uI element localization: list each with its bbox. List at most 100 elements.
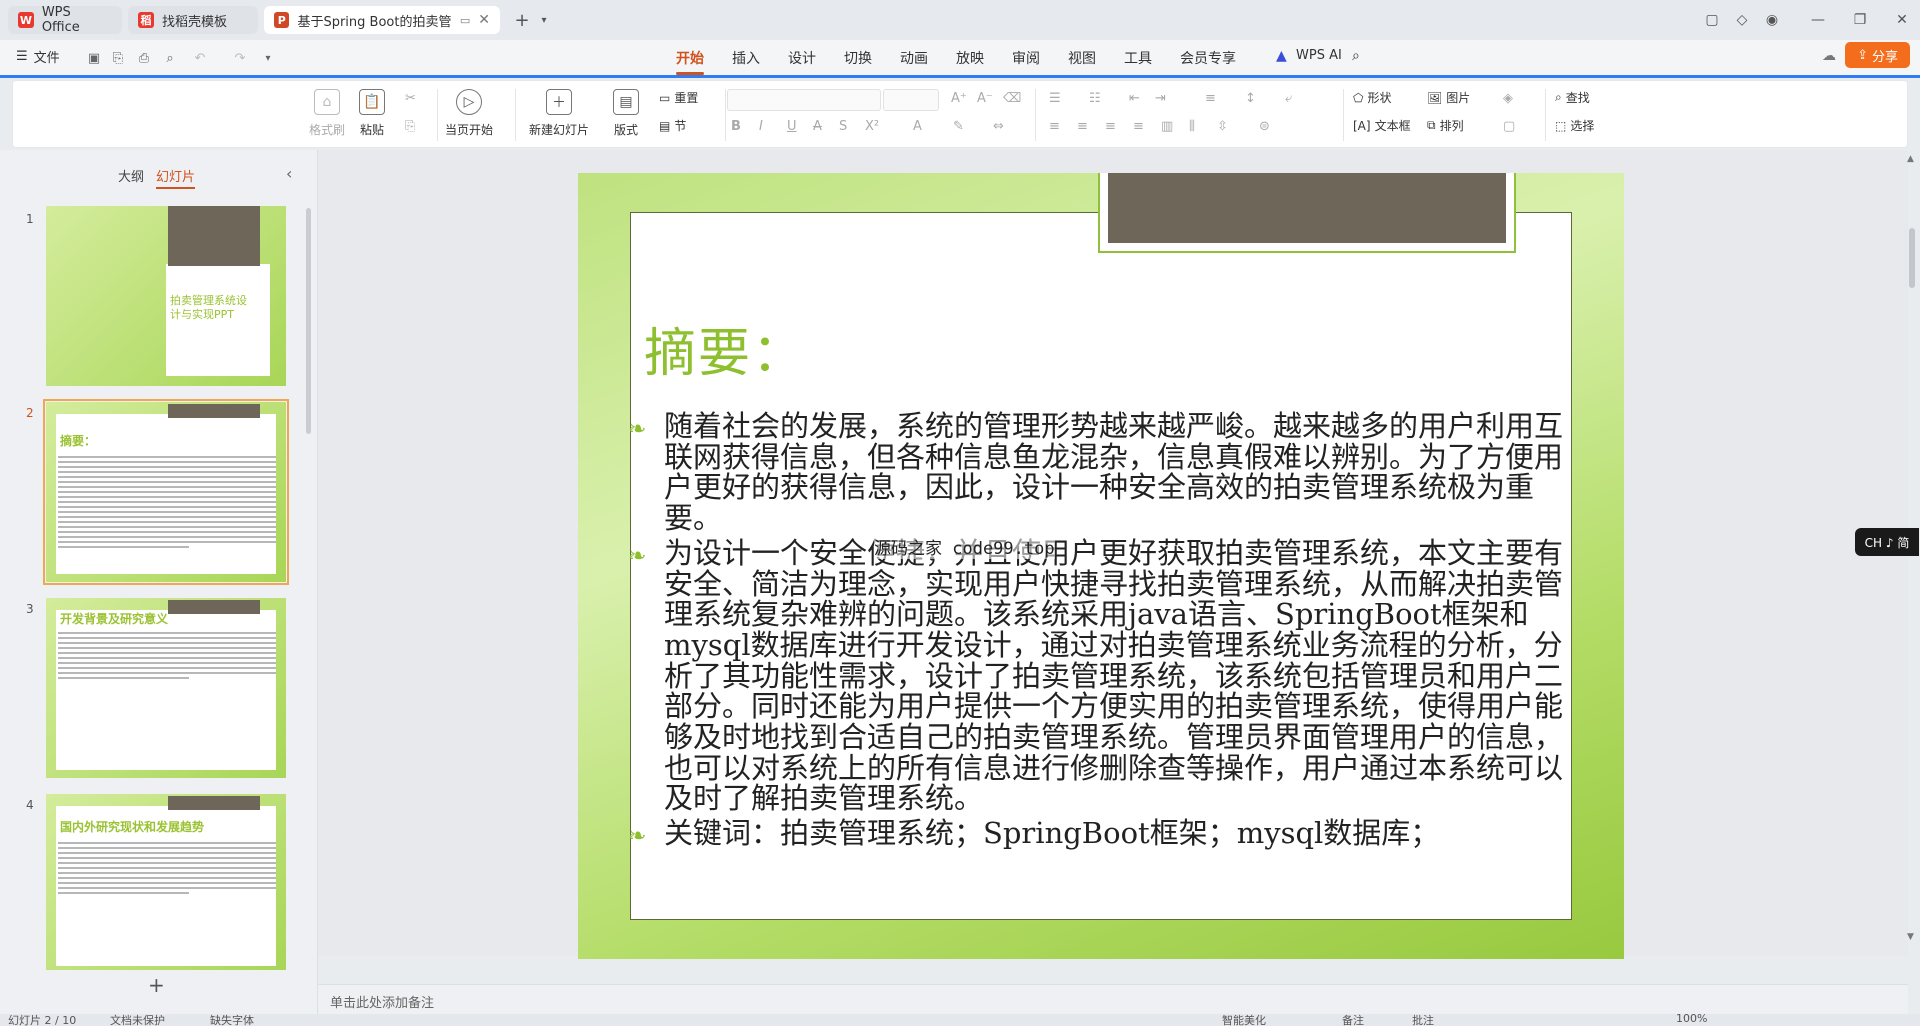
- superscript-icon[interactable]: X²: [865, 119, 879, 134]
- redo-icon[interactable]: ↷: [230, 48, 250, 68]
- menu-slideshow[interactable]: 放映: [956, 48, 984, 68]
- increase-font-icon[interactable]: A⁺: [951, 91, 967, 106]
- notes-area[interactable]: 单击此处添加备注: [318, 984, 1908, 1014]
- slide-body-text[interactable]: ❧ 随着社会的发展，系统的管理形势越来越严峻。越来越多的用户利用互联网获得信息，…: [628, 411, 1564, 853]
- share-button[interactable]: ⇪ 分享: [1845, 42, 1910, 68]
- close-tab-icon[interactable]: ✕: [478, 12, 490, 28]
- increase-indent-icon[interactable]: ⇥: [1155, 91, 1166, 106]
- italic-icon[interactable]: I: [759, 119, 763, 134]
- copy-icon[interactable]: ⎘: [405, 119, 415, 134]
- format-painter-button[interactable]: ⌂ 格式刷: [309, 89, 345, 138]
- undo-icon[interactable]: ↶: [190, 48, 210, 68]
- align-center-icon[interactable]: ≡: [1077, 119, 1088, 134]
- menu-transition[interactable]: 切换: [844, 48, 872, 68]
- column-icon[interactable]: ⫼: [1189, 119, 1195, 134]
- collapse-panel-icon[interactable]: ‹: [286, 164, 292, 183]
- menu-insert[interactable]: 插入: [732, 48, 760, 68]
- align-left-icon[interactable]: ≡: [1049, 119, 1060, 134]
- select-button[interactable]: ⬚ 选择: [1555, 117, 1594, 134]
- highlight-icon[interactable]: ✎: [953, 119, 964, 134]
- protection-status[interactable]: 文档未保护: [110, 1014, 165, 1026]
- decrease-indent-icon[interactable]: ⇤: [1129, 91, 1140, 106]
- new-slide-button[interactable]: ＋ 新建幻灯片: [529, 89, 589, 138]
- outline-icon[interactable]: ▢: [1503, 119, 1515, 134]
- new-tab-icon[interactable]: +: [510, 8, 534, 32]
- search-icon[interactable]: ⌕: [1352, 48, 1360, 64]
- menu-home[interactable]: 开始: [676, 48, 704, 75]
- fill-icon[interactable]: ◈: [1503, 91, 1513, 106]
- tab-outline[interactable]: 大纲: [118, 166, 144, 185]
- paste-button[interactable]: 📋 粘贴: [359, 89, 385, 138]
- print-preview-icon[interactable]: ⌕: [160, 48, 180, 68]
- tab-current-ppt[interactable]: P 基于Spring Boot的拍卖管理 ▭ ✕: [264, 6, 500, 34]
- comments-toggle-button[interactable]: 批注: [1412, 1014, 1434, 1026]
- menu-animation[interactable]: 动画: [900, 48, 928, 68]
- scroll-down-icon[interactable]: ▼: [1907, 932, 1914, 942]
- arrange-button[interactable]: ⧉ 排列: [1427, 117, 1464, 134]
- window-layout-icon[interactable]: ▢: [1700, 8, 1724, 32]
- wps-ai-button[interactable]: WPS AI: [1296, 48, 1342, 63]
- ime-indicator[interactable]: CH ♪ 简: [1855, 528, 1919, 556]
- restore-icon[interactable]: ❐: [1848, 8, 1872, 32]
- close-window-icon[interactable]: ✕: [1890, 8, 1914, 32]
- char-spacing-icon[interactable]: ⇔: [993, 119, 1004, 134]
- decrease-font-icon[interactable]: A⁻: [977, 91, 993, 106]
- section-button[interactable]: ▤ 节: [659, 117, 686, 134]
- font-family-select[interactable]: [727, 89, 881, 111]
- textbox-button[interactable]: [A] 文本框: [1353, 117, 1411, 134]
- font-color-icon[interactable]: A: [913, 119, 922, 134]
- menu-design[interactable]: 设计: [788, 48, 816, 68]
- clear-format-icon[interactable]: ⌫: [1003, 91, 1021, 106]
- menu-view[interactable]: 视图: [1068, 48, 1096, 68]
- text-direction-icon[interactable]: ≡: [1205, 91, 1216, 106]
- missing-font-status[interactable]: 缺失字体: [210, 1014, 254, 1026]
- align-right-icon[interactable]: ≡: [1105, 119, 1116, 134]
- print-icon[interactable]: ⎙: [134, 48, 154, 68]
- scroll-up-icon[interactable]: ▲: [1907, 154, 1914, 164]
- notes-toggle-button[interactable]: 备注: [1342, 1014, 1364, 1026]
- add-slide-icon[interactable]: +: [148, 973, 165, 997]
- slide-thumbnail-3[interactable]: 开发背景及研究意义: [46, 598, 286, 778]
- menu-tools[interactable]: 工具: [1124, 48, 1152, 68]
- find-button[interactable]: ⌕ 查找: [1555, 89, 1590, 106]
- tab-dropdown-icon[interactable]: ▾: [532, 8, 556, 32]
- save-icon[interactable]: ▣: [84, 48, 104, 68]
- wrap-icon[interactable]: ⤶: [1285, 91, 1292, 106]
- numbered-list-icon[interactable]: ☷: [1089, 91, 1101, 106]
- cloud-upload-icon[interactable]: ☁: [1822, 48, 1836, 64]
- cube-icon[interactable]: ◇: [1730, 8, 1754, 32]
- justify-icon[interactable]: ≡: [1133, 119, 1144, 134]
- distribute-icon[interactable]: ▥: [1161, 119, 1173, 134]
- strikethrough-icon[interactable]: A: [813, 119, 822, 134]
- play-current-button[interactable]: ▷ 当页开始: [445, 89, 493, 138]
- cut-icon[interactable]: ✂: [405, 91, 416, 106]
- export-icon[interactable]: ⎘: [108, 48, 128, 68]
- paragraph-spacing-icon[interactable]: ⊜: [1259, 119, 1270, 134]
- menu-member[interactable]: 会员专享: [1180, 48, 1236, 68]
- shape-button[interactable]: ⬠ 形状: [1353, 89, 1391, 106]
- font-size-select[interactable]: [883, 89, 939, 111]
- slide-thumbnail-4[interactable]: 国内外研究现状和发展趋势: [46, 794, 286, 970]
- underline-icon[interactable]: U: [787, 119, 797, 134]
- line-spacing-icon[interactable]: ⇳: [1217, 119, 1228, 134]
- shadow-text-icon[interactable]: S: [839, 119, 847, 134]
- current-slide[interactable]: 摘要： ❧ 随着社会的发展，系统的管理形势越来越严峻。越来越多的用户利用互联网获…: [578, 173, 1624, 959]
- window-mode-icon[interactable]: ▭: [460, 14, 470, 27]
- scrollbar-thumb[interactable]: [1909, 228, 1915, 288]
- slide-thumbnail-1[interactable]: 拍卖管理系统设计与实现PPT: [46, 206, 286, 386]
- avatar[interactable]: ◉: [1760, 8, 1784, 32]
- smart-beautify-button[interactable]: 智能美化: [1222, 1014, 1266, 1026]
- tab-wps-office[interactable]: W WPS Office: [8, 5, 122, 35]
- reset-button[interactable]: ▭ 重置: [659, 89, 698, 106]
- zoom-level[interactable]: 100%: [1676, 1014, 1707, 1025]
- bold-icon[interactable]: B: [731, 119, 741, 134]
- tab-slides[interactable]: 幻灯片: [156, 166, 196, 189]
- thumbnail-scrollbar[interactable]: [306, 208, 311, 434]
- picture-button[interactable]: 🖼 图片: [1427, 89, 1470, 106]
- minimize-icon[interactable]: —: [1806, 8, 1830, 32]
- slide-title[interactable]: 摘要：: [644, 311, 806, 386]
- quick-access-dropdown-icon[interactable]: ▾: [258, 48, 278, 68]
- tab-docer[interactable]: 稻 找稻壳模板: [128, 6, 258, 34]
- sort-icon[interactable]: ↕: [1245, 91, 1256, 106]
- slide-thumbnail-2[interactable]: 摘要：: [43, 399, 289, 585]
